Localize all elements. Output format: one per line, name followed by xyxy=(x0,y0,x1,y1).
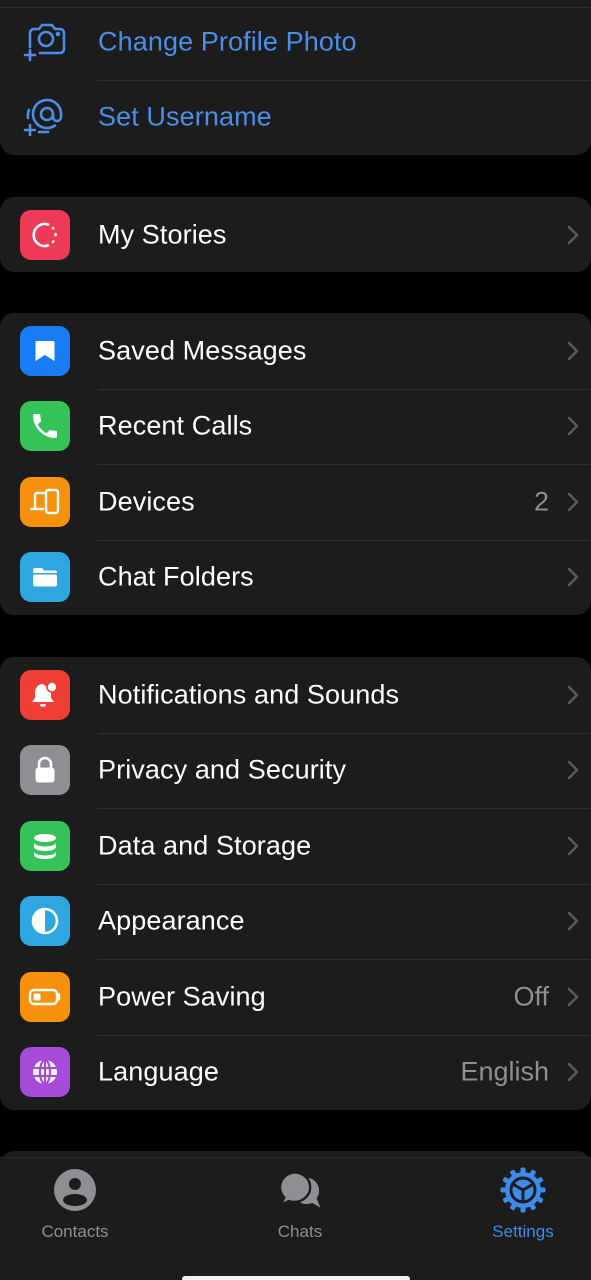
devices-label: Devices xyxy=(98,486,195,517)
my-stories-label: My Stories xyxy=(98,219,227,249)
chat-bubbles-icon xyxy=(276,1166,324,1214)
at-add-icon xyxy=(18,90,72,144)
notifications-label: Notifications and Sounds xyxy=(98,679,400,710)
tab-settings-label: Settings xyxy=(492,1222,554,1241)
chevron-right-icon xyxy=(567,225,579,244)
change-profile-photo-button[interactable]: Change Profile Photo xyxy=(0,4,591,80)
power-saving-item[interactable]: Power Saving Off xyxy=(0,959,591,1035)
chevron-right-icon xyxy=(567,492,579,512)
chat-folders-item[interactable]: Chat Folders xyxy=(0,539,591,616)
home-indicator xyxy=(182,1276,410,1280)
appearance-item[interactable]: Appearance xyxy=(0,883,591,960)
tab-chats-label: Chats xyxy=(277,1222,323,1241)
language-value: English xyxy=(460,1056,549,1087)
settings-group: Notifications and Sounds Privacy and Sec… xyxy=(0,657,591,1110)
contrast-icon xyxy=(20,896,70,947)
devices-count: 2 xyxy=(533,486,549,517)
power-saving-value: Off xyxy=(513,981,549,1012)
database-icon xyxy=(20,820,70,871)
language-label: Language xyxy=(98,1056,219,1087)
privacy-security-item[interactable]: Privacy and Security xyxy=(0,732,591,809)
folder-icon xyxy=(20,552,70,603)
tab-contacts[interactable]: Contacts xyxy=(0,1166,150,1246)
person-circle-icon xyxy=(51,1166,99,1214)
change-profile-photo-label: Change Profile Photo xyxy=(98,26,357,57)
bell-icon xyxy=(20,669,70,720)
chevron-right-icon xyxy=(567,341,579,361)
gear-icon xyxy=(499,1166,547,1214)
phone-icon xyxy=(20,401,70,452)
lock-icon xyxy=(20,745,70,796)
appearance-label: Appearance xyxy=(98,905,245,936)
stories-icon xyxy=(20,209,70,260)
power-saving-label: Power Saving xyxy=(98,981,266,1012)
set-username-label: Set Username xyxy=(98,101,272,132)
chevron-right-icon xyxy=(567,911,579,931)
devices-icon xyxy=(20,476,70,527)
notifications-item[interactable]: Notifications and Sounds xyxy=(0,657,591,733)
saved-messages-label: Saved Messages xyxy=(98,335,307,366)
chevron-right-icon xyxy=(567,760,579,780)
chevron-right-icon xyxy=(567,836,579,856)
bookmark-icon xyxy=(20,325,70,376)
profile-actions-group: Change Profile Photo Set Username xyxy=(0,0,591,155)
camera-add-icon xyxy=(18,15,72,69)
language-item[interactable]: Language English xyxy=(0,1034,591,1111)
chat-folders-label: Chat Folders xyxy=(98,561,254,592)
tab-contacts-label: Contacts xyxy=(41,1222,109,1241)
data-storage-label: Data and Storage xyxy=(98,830,312,861)
tab-bar: Contacts Chats Settings xyxy=(0,1157,591,1280)
chevron-right-icon xyxy=(567,685,579,705)
data-storage-item[interactable]: Data and Storage xyxy=(0,808,591,884)
my-stories-item[interactable]: My Stories xyxy=(0,197,591,272)
set-username-button[interactable]: Set Username xyxy=(0,79,591,156)
chevron-right-icon xyxy=(567,1062,579,1082)
saved-messages-item[interactable]: Saved Messages xyxy=(0,313,591,389)
recent-calls-label: Recent Calls xyxy=(98,410,253,441)
privacy-security-label: Privacy and Security xyxy=(98,754,347,785)
tab-chats[interactable]: Chats xyxy=(225,1166,375,1246)
stories-group: My Stories xyxy=(0,197,591,272)
chevron-right-icon xyxy=(567,987,579,1007)
devices-item[interactable]: Devices 2 xyxy=(0,464,591,540)
chevron-right-icon xyxy=(567,416,579,436)
chevron-right-icon xyxy=(567,567,579,587)
globe-icon xyxy=(20,1047,70,1098)
battery-icon xyxy=(20,971,70,1022)
tab-settings[interactable]: Settings xyxy=(448,1166,591,1246)
chats-group: Saved Messages Recent Calls Devices 2 Ch… xyxy=(0,313,591,615)
recent-calls-item[interactable]: Recent Calls xyxy=(0,388,591,465)
